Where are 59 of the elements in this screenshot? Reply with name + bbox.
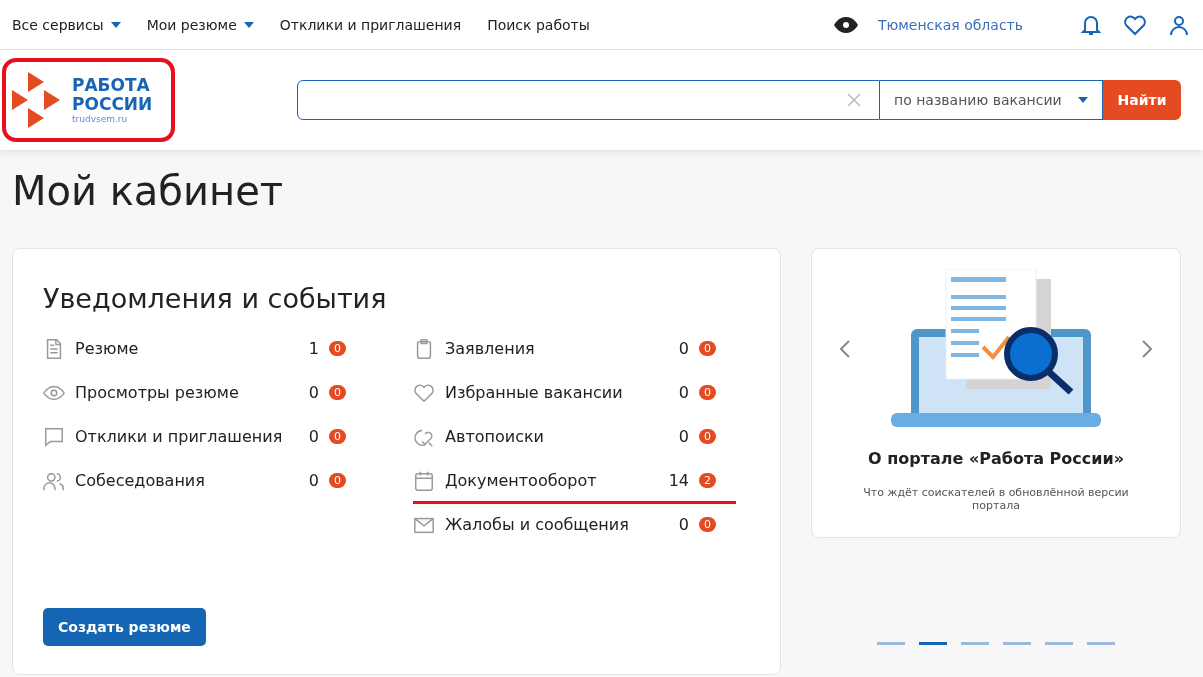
region-link[interactable]: Тюменская область (877, 16, 1023, 33)
chat-icon (43, 425, 65, 448)
notification-item[interactable]: Автопоиски 0 0 (413, 416, 736, 460)
item-count: 0 (678, 339, 689, 358)
item-count: 0 (308, 383, 319, 402)
logo[interactable]: РАБОТА РОССИИ trudvsem.ru (2, 58, 175, 142)
notification-item[interactable]: Отклики и приглашения 0 0 (43, 416, 366, 460)
caret-icon (1078, 97, 1088, 103)
card-title: Уведомления и события (43, 283, 388, 314)
new-count-badge: 0 (699, 429, 716, 444)
item-count: 0 (678, 383, 689, 402)
new-count-badge: 2 (699, 473, 716, 488)
new-count-badge: 0 (699, 517, 716, 532)
notification-item[interactable]: Просмотры резюме 0 0 (43, 372, 366, 416)
item-label: Просмотры резюме (75, 383, 240, 402)
nav-link[interactable]: Все сервисы (12, 16, 121, 33)
new-count-badge: 0 (699, 341, 716, 356)
item-count: 0 (678, 515, 689, 534)
new-count-badge: 0 (329, 473, 346, 488)
logo-text: РАБОТА (72, 76, 151, 95)
item-label: Собеседования (75, 471, 206, 490)
chevron-right-icon[interactable] (1140, 339, 1154, 359)
page-title: Мой кабинет (12, 168, 285, 214)
promo-title: О портале «Работа России» (868, 449, 1124, 468)
item-label: Отклики и приглашения (75, 427, 284, 446)
item-label: Жалобы и сообщения (445, 515, 630, 534)
item-label: Документооборот (445, 471, 598, 490)
nav-link[interactable]: Поиск работы (487, 16, 590, 33)
search-button[interactable]: Найти (1103, 80, 1181, 120)
chevron-left-icon[interactable] (838, 339, 852, 359)
item-label: Избранные вакансии (445, 383, 624, 402)
search-mode-dropdown[interactable]: по названию вакансии (880, 80, 1103, 120)
new-count-badge: 0 (699, 385, 716, 400)
nav-link[interactable]: Отклики и приглашения (279, 16, 462, 33)
item-label: Резюме (75, 339, 140, 358)
item-count: 14 (668, 471, 689, 490)
item-count: 0 (308, 471, 319, 490)
item-label: Автопоиски (445, 427, 545, 446)
logo-text: РОССИИ (72, 95, 153, 114)
eye-icon[interactable] (833, 16, 858, 33)
calendar-icon (413, 469, 435, 492)
notification-item[interactable]: Заявления 0 0 (413, 328, 736, 372)
notification-item[interactable]: Избранные вакансии 0 0 (413, 372, 736, 416)
notification-item[interactable]: Собеседования 0 0 (43, 460, 366, 504)
notification-item[interactable]: Резюме 1 0 (43, 328, 366, 372)
close-icon[interactable] (847, 93, 861, 107)
notification-item[interactable]: Жалобы и сообщения 0 0 (413, 504, 736, 548)
create-resume-button[interactable]: Создать резюме (43, 608, 206, 646)
search-field[interactable] (297, 80, 880, 120)
item-count: 0 (678, 427, 689, 446)
new-count-badge: 0 (329, 341, 346, 356)
nav-link[interactable]: Мои резюме (146, 16, 254, 33)
promo-text: Что ждёт соискателей в обновлённой версии портала (862, 486, 1130, 512)
new-count-badge: 0 (329, 385, 346, 400)
item-label: Заявления (445, 339, 536, 358)
logo-domain: trudvsem.ru (72, 114, 129, 124)
new-count-badge: 0 (329, 429, 346, 444)
item-count: 1 (308, 339, 319, 358)
item-count: 0 (308, 427, 319, 446)
